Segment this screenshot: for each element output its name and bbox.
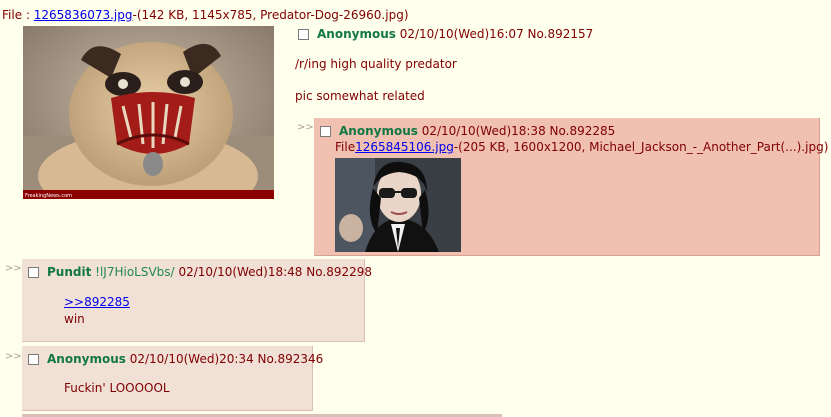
reply-header: Anonymous 02/10/10(Wed)18:38 No.892285 (320, 124, 615, 138)
reply-comment: Fuckin' LOOOOOL (64, 381, 170, 395)
op-poster-name: Anonymous (317, 27, 396, 41)
reply-tripcode: !lJ7HioLSVbs/ (95, 265, 175, 279)
reply-post-892346: Anonymous 02/10/10(Wed)20:34 No.892346 F… (22, 346, 323, 411)
reply-poster-name: Pundit (47, 265, 92, 279)
quote-link[interactable]: >>892285 (64, 295, 130, 309)
reply-datetime: 02/10/10(Wed)20:34 (129, 352, 254, 366)
op-file-info: File : 1265836073.jpg-(142 KB, 1145x785,… (2, 8, 409, 22)
reply-checkbox[interactable] (28, 354, 39, 365)
reply-post-number[interactable]: No.892346 (258, 352, 324, 366)
op-file-meta: -(142 KB, 1145x785, Predator-Dog-26960.j… (132, 8, 409, 22)
reply-poster-name: Anonymous (339, 124, 418, 138)
op-comment-line-2: pic somewhat related (295, 89, 425, 103)
reply-post-892298: Pundit !lJ7HioLSVbs/ 02/10/10(Wed)18:48 … (22, 259, 372, 342)
reply-doubledash: >> (5, 263, 22, 274)
op-post-number[interactable]: No.892157 (528, 27, 594, 41)
op-header: Anonymous 02/10/10(Wed)16:07 No.892157 (298, 27, 593, 41)
pug-predator-image: FreakingNews.com (23, 26, 274, 199)
reply-post-892285: Anonymous 02/10/10(Wed)18:38 No.892285 F… (314, 118, 828, 256)
reply-doubledash: >> (297, 122, 314, 133)
reply-post-number[interactable]: No.892298 (306, 265, 372, 279)
op-datetime: 02/10/10(Wed)16:07 (399, 27, 524, 41)
man-sunglasses-image (335, 158, 461, 252)
op-checkbox[interactable] (298, 29, 309, 40)
op-thumbnail[interactable]: FreakingNews.com (23, 26, 274, 199)
reply-header: Pundit !lJ7HioLSVbs/ 02/10/10(Wed)18:48 … (28, 265, 372, 279)
thumbnail-watermark: FreakingNews.com (25, 193, 72, 199)
reply-datetime: 02/10/10(Wed)18:48 (178, 265, 303, 279)
reply-checkbox[interactable] (28, 267, 39, 278)
reply-post-number[interactable]: No.892285 (550, 124, 616, 138)
reply-datetime: 02/10/10(Wed)18:38 (421, 124, 546, 138)
reply-poster-name: Anonymous (47, 352, 126, 366)
reply-file-meta: -(205 KB, 1600x1200, Michael_Jackson_-_A… (453, 140, 829, 154)
reply-file-prefix: File (335, 140, 356, 154)
reply-header: Anonymous 02/10/10(Wed)20:34 No.892346 (28, 352, 323, 366)
reply-file-link[interactable]: 1265845106.jpg (355, 140, 454, 154)
op-comment-line-1: /r/ing high quality predator (295, 57, 457, 71)
reply-checkbox[interactable] (320, 126, 331, 137)
reply-doubledash: >> (5, 351, 22, 362)
reply-thumbnail[interactable] (335, 158, 461, 252)
op-file-link[interactable]: 1265836073.jpg (34, 8, 133, 22)
op-file-prefix: File : (2, 8, 34, 22)
reply-file-info: File1265845106.jpg-(205 KB, 1600x1200, M… (335, 140, 828, 154)
reply-comment: win (64, 312, 85, 326)
